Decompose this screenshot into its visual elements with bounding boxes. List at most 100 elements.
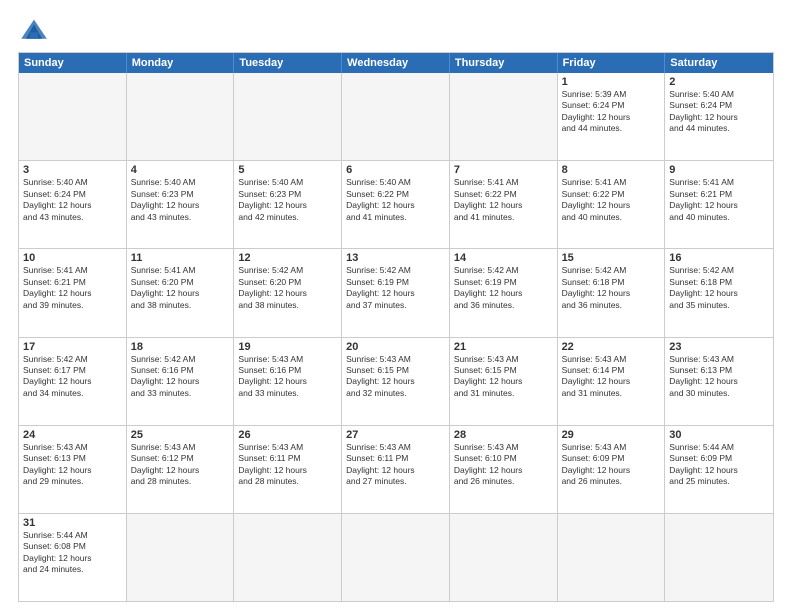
calendar-cell: 12Sunrise: 5:42 AM Sunset: 6:20 PM Dayli…: [234, 249, 342, 336]
day-number: 24: [23, 429, 122, 441]
calendar-row-2: 3Sunrise: 5:40 AM Sunset: 6:24 PM Daylig…: [19, 160, 773, 248]
calendar-cell: 6Sunrise: 5:40 AM Sunset: 6:22 PM Daylig…: [342, 161, 450, 248]
day-info: Sunrise: 5:39 AM Sunset: 6:24 PM Dayligh…: [562, 89, 661, 135]
weekday-header-saturday: Saturday: [665, 53, 773, 73]
day-number: 14: [454, 252, 553, 264]
day-info: Sunrise: 5:41 AM Sunset: 6:22 PM Dayligh…: [454, 177, 553, 223]
weekday-header-monday: Monday: [127, 53, 235, 73]
day-number: 30: [669, 429, 769, 441]
calendar-cell: [450, 514, 558, 601]
day-number: 10: [23, 252, 122, 264]
day-info: Sunrise: 5:43 AM Sunset: 6:12 PM Dayligh…: [131, 442, 230, 488]
calendar-cell: [19, 73, 127, 160]
day-info: Sunrise: 5:42 AM Sunset: 6:18 PM Dayligh…: [562, 265, 661, 311]
day-info: Sunrise: 5:43 AM Sunset: 6:16 PM Dayligh…: [238, 354, 337, 400]
day-info: Sunrise: 5:43 AM Sunset: 6:15 PM Dayligh…: [454, 354, 553, 400]
day-info: Sunrise: 5:43 AM Sunset: 6:10 PM Dayligh…: [454, 442, 553, 488]
calendar-cell: 19Sunrise: 5:43 AM Sunset: 6:16 PM Dayli…: [234, 338, 342, 425]
day-info: Sunrise: 5:40 AM Sunset: 6:23 PM Dayligh…: [131, 177, 230, 223]
day-number: 6: [346, 164, 445, 176]
day-info: Sunrise: 5:43 AM Sunset: 6:09 PM Dayligh…: [562, 442, 661, 488]
day-number: 18: [131, 341, 230, 353]
weekday-header-thursday: Thursday: [450, 53, 558, 73]
weekday-header-sunday: Sunday: [19, 53, 127, 73]
header: [18, 16, 774, 44]
day-number: 17: [23, 341, 122, 353]
calendar-cell: [234, 73, 342, 160]
day-info: Sunrise: 5:42 AM Sunset: 6:19 PM Dayligh…: [346, 265, 445, 311]
day-number: 20: [346, 341, 445, 353]
calendar-cell: 15Sunrise: 5:42 AM Sunset: 6:18 PM Dayli…: [558, 249, 666, 336]
day-number: 8: [562, 164, 661, 176]
calendar-row-1: 1Sunrise: 5:39 AM Sunset: 6:24 PM Daylig…: [19, 73, 773, 160]
day-info: Sunrise: 5:43 AM Sunset: 6:14 PM Dayligh…: [562, 354, 661, 400]
day-number: 19: [238, 341, 337, 353]
calendar: SundayMondayTuesdayWednesdayThursdayFrid…: [18, 52, 774, 602]
calendar-cell: 28Sunrise: 5:43 AM Sunset: 6:10 PM Dayli…: [450, 426, 558, 513]
day-info: Sunrise: 5:44 AM Sunset: 6:08 PM Dayligh…: [23, 530, 122, 576]
generalblue-icon: [18, 16, 50, 44]
day-number: 26: [238, 429, 337, 441]
calendar-cell: 14Sunrise: 5:42 AM Sunset: 6:19 PM Dayli…: [450, 249, 558, 336]
day-info: Sunrise: 5:41 AM Sunset: 6:21 PM Dayligh…: [23, 265, 122, 311]
calendar-cell: [342, 514, 450, 601]
day-number: 9: [669, 164, 769, 176]
day-number: 25: [131, 429, 230, 441]
weekday-header-tuesday: Tuesday: [234, 53, 342, 73]
calendar-row-3: 10Sunrise: 5:41 AM Sunset: 6:21 PM Dayli…: [19, 248, 773, 336]
calendar-cell: 10Sunrise: 5:41 AM Sunset: 6:21 PM Dayli…: [19, 249, 127, 336]
page: SundayMondayTuesdayWednesdayThursdayFrid…: [0, 0, 792, 612]
day-info: Sunrise: 5:43 AM Sunset: 6:11 PM Dayligh…: [238, 442, 337, 488]
calendar-cell: 23Sunrise: 5:43 AM Sunset: 6:13 PM Dayli…: [665, 338, 773, 425]
calendar-cell: 7Sunrise: 5:41 AM Sunset: 6:22 PM Daylig…: [450, 161, 558, 248]
calendar-cell: 8Sunrise: 5:41 AM Sunset: 6:22 PM Daylig…: [558, 161, 666, 248]
day-number: 5: [238, 164, 337, 176]
day-info: Sunrise: 5:40 AM Sunset: 6:23 PM Dayligh…: [238, 177, 337, 223]
calendar-row-5: 24Sunrise: 5:43 AM Sunset: 6:13 PM Dayli…: [19, 425, 773, 513]
day-info: Sunrise: 5:42 AM Sunset: 6:20 PM Dayligh…: [238, 265, 337, 311]
calendar-cell: 31Sunrise: 5:44 AM Sunset: 6:08 PM Dayli…: [19, 514, 127, 601]
day-number: 22: [562, 341, 661, 353]
day-info: Sunrise: 5:43 AM Sunset: 6:13 PM Dayligh…: [23, 442, 122, 488]
day-number: 27: [346, 429, 445, 441]
calendar-row-4: 17Sunrise: 5:42 AM Sunset: 6:17 PM Dayli…: [19, 337, 773, 425]
day-info: Sunrise: 5:44 AM Sunset: 6:09 PM Dayligh…: [669, 442, 769, 488]
calendar-cell: 25Sunrise: 5:43 AM Sunset: 6:12 PM Dayli…: [127, 426, 235, 513]
calendar-cell: 20Sunrise: 5:43 AM Sunset: 6:15 PM Dayli…: [342, 338, 450, 425]
calendar-cell: 11Sunrise: 5:41 AM Sunset: 6:20 PM Dayli…: [127, 249, 235, 336]
calendar-header: SundayMondayTuesdayWednesdayThursdayFrid…: [19, 53, 773, 73]
day-number: 1: [562, 76, 661, 88]
calendar-cell: 13Sunrise: 5:42 AM Sunset: 6:19 PM Dayli…: [342, 249, 450, 336]
day-info: Sunrise: 5:42 AM Sunset: 6:16 PM Dayligh…: [131, 354, 230, 400]
calendar-cell: 26Sunrise: 5:43 AM Sunset: 6:11 PM Dayli…: [234, 426, 342, 513]
day-info: Sunrise: 5:41 AM Sunset: 6:21 PM Dayligh…: [669, 177, 769, 223]
calendar-cell: 1Sunrise: 5:39 AM Sunset: 6:24 PM Daylig…: [558, 73, 666, 160]
calendar-row-6: 31Sunrise: 5:44 AM Sunset: 6:08 PM Dayli…: [19, 513, 773, 601]
day-number: 29: [562, 429, 661, 441]
day-info: Sunrise: 5:40 AM Sunset: 6:22 PM Dayligh…: [346, 177, 445, 223]
day-number: 4: [131, 164, 230, 176]
day-info: Sunrise: 5:43 AM Sunset: 6:13 PM Dayligh…: [669, 354, 769, 400]
calendar-cell: 9Sunrise: 5:41 AM Sunset: 6:21 PM Daylig…: [665, 161, 773, 248]
day-info: Sunrise: 5:43 AM Sunset: 6:15 PM Dayligh…: [346, 354, 445, 400]
day-info: Sunrise: 5:40 AM Sunset: 6:24 PM Dayligh…: [23, 177, 122, 223]
calendar-cell: [342, 73, 450, 160]
calendar-cell: 5Sunrise: 5:40 AM Sunset: 6:23 PM Daylig…: [234, 161, 342, 248]
calendar-cell: 4Sunrise: 5:40 AM Sunset: 6:23 PM Daylig…: [127, 161, 235, 248]
weekday-header-friday: Friday: [558, 53, 666, 73]
calendar-cell: 27Sunrise: 5:43 AM Sunset: 6:11 PM Dayli…: [342, 426, 450, 513]
calendar-body: 1Sunrise: 5:39 AM Sunset: 6:24 PM Daylig…: [19, 73, 773, 601]
day-number: 12: [238, 252, 337, 264]
day-number: 21: [454, 341, 553, 353]
calendar-cell: 3Sunrise: 5:40 AM Sunset: 6:24 PM Daylig…: [19, 161, 127, 248]
day-info: Sunrise: 5:41 AM Sunset: 6:22 PM Dayligh…: [562, 177, 661, 223]
day-number: 2: [669, 76, 769, 88]
calendar-cell: 2Sunrise: 5:40 AM Sunset: 6:24 PM Daylig…: [665, 73, 773, 160]
day-info: Sunrise: 5:41 AM Sunset: 6:20 PM Dayligh…: [131, 265, 230, 311]
calendar-cell: [127, 514, 235, 601]
day-info: Sunrise: 5:42 AM Sunset: 6:19 PM Dayligh…: [454, 265, 553, 311]
day-info: Sunrise: 5:43 AM Sunset: 6:11 PM Dayligh…: [346, 442, 445, 488]
calendar-cell: 30Sunrise: 5:44 AM Sunset: 6:09 PM Dayli…: [665, 426, 773, 513]
day-number: 16: [669, 252, 769, 264]
day-info: Sunrise: 5:40 AM Sunset: 6:24 PM Dayligh…: [669, 89, 769, 135]
